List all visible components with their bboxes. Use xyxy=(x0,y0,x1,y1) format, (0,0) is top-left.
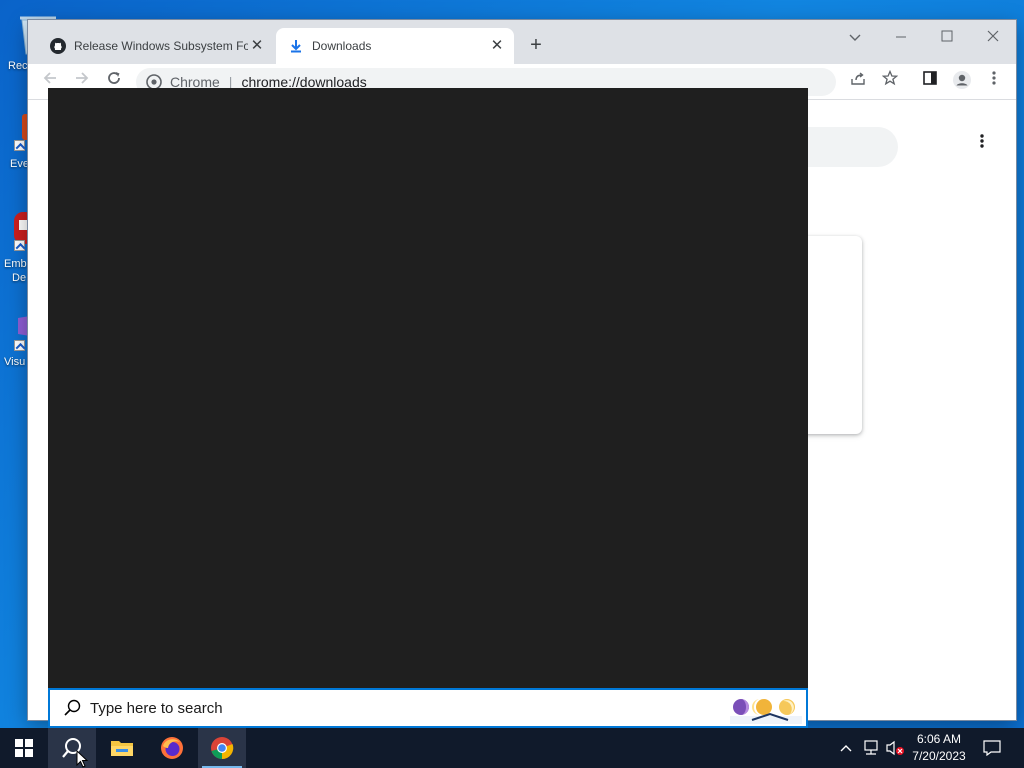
start-button[interactable] xyxy=(0,728,48,768)
clock-time: 6:06 AM xyxy=(916,732,962,746)
close-tab-icon[interactable]: ✕ xyxy=(488,37,506,55)
bookmark-star-icon[interactable] xyxy=(878,69,902,94)
taskbar-clock[interactable]: 6:06 AM 7/20/2023 xyxy=(906,731,972,765)
tab-strip: Release Windows Subsystem For ✕ Download… xyxy=(28,20,1016,64)
taskbar-chrome[interactable] xyxy=(198,728,246,768)
action-center-button[interactable] xyxy=(978,728,1006,768)
notification-icon xyxy=(983,740,1001,756)
close-tab-icon[interactable]: ✕ xyxy=(248,37,266,55)
shortcut-arrow-icon xyxy=(14,340,25,351)
tab-title: Downloads xyxy=(312,39,372,53)
show-hidden-icons-button[interactable] xyxy=(836,728,856,768)
taskbar-search-button[interactable] xyxy=(48,728,96,768)
browser-menu-icon[interactable] xyxy=(982,70,1006,94)
tab-downloads[interactable]: Downloads ✕ xyxy=(276,28,514,64)
profile-avatar-icon[interactable] xyxy=(950,70,974,94)
clock-date: 7/20/2023 xyxy=(912,749,966,763)
close-window-button[interactable] xyxy=(970,24,1016,52)
volume-button[interactable] xyxy=(884,728,906,768)
firefox-icon xyxy=(161,737,183,759)
windows-logo-icon xyxy=(15,739,33,757)
taskbar: 6:06 AM 7/20/2023 xyxy=(0,728,1024,768)
desktop-icon-label: Eve xyxy=(10,158,29,170)
tab-search-icon[interactable] xyxy=(832,24,878,52)
shortcut-arrow-icon xyxy=(14,240,25,251)
desktop-icon-label: Rec xyxy=(8,60,28,72)
volume-muted-icon xyxy=(886,740,904,756)
desktop-icon-label: De xyxy=(12,272,27,284)
tab-github-release[interactable]: Release Windows Subsystem For ✕ xyxy=(38,28,274,64)
share-icon[interactable] xyxy=(846,70,870,94)
search-highlight-icon[interactable] xyxy=(730,692,802,724)
taskbar-firefox[interactable] xyxy=(148,728,196,768)
tab-title: Release Windows Subsystem For xyxy=(74,39,248,53)
mouse-cursor-icon xyxy=(76,750,89,768)
start-search-flyout xyxy=(48,88,808,688)
desktop-icon-label: Emb xyxy=(4,258,27,270)
desktop-icon-label: Visu xyxy=(4,356,26,368)
chevron-up-icon xyxy=(840,745,852,752)
search-icon xyxy=(64,699,81,716)
chrome-icon xyxy=(211,737,234,760)
minimize-button[interactable] xyxy=(878,24,924,52)
network-icon xyxy=(864,740,878,755)
new-tab-button[interactable]: + xyxy=(524,34,548,58)
side-panel-icon[interactable] xyxy=(918,70,942,94)
file-explorer-icon xyxy=(111,741,133,756)
github-icon xyxy=(50,38,66,54)
taskbar-search-box[interactable] xyxy=(48,688,808,728)
search-input[interactable] xyxy=(90,699,690,717)
network-status-button[interactable] xyxy=(860,728,882,768)
downloads-more-actions-icon[interactable] xyxy=(972,133,992,157)
shortcut-arrow-icon xyxy=(14,140,25,151)
download-icon xyxy=(291,40,301,53)
maximize-button[interactable] xyxy=(924,24,970,52)
taskbar-file-explorer[interactable] xyxy=(98,728,146,768)
